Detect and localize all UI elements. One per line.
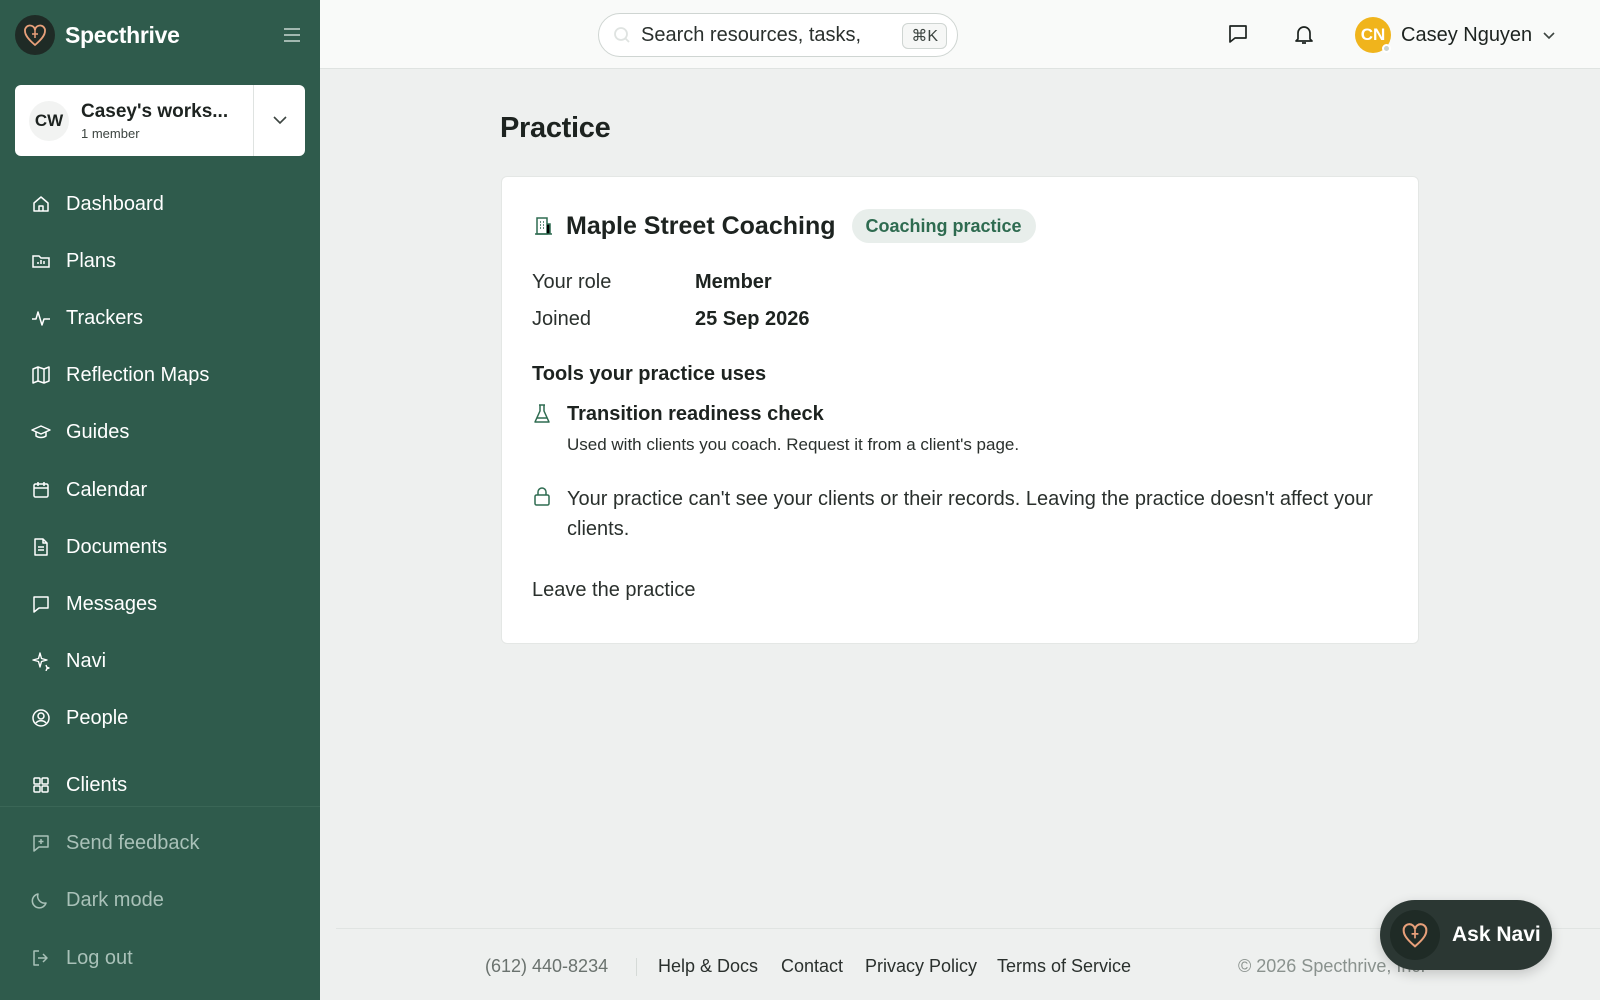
sparkle-icon [31, 651, 51, 671]
sidebar-item-label: Dark mode [66, 888, 164, 911]
message-icon [31, 594, 51, 614]
menu-toggle-button[interactable] [279, 22, 305, 48]
sidebar-item-clients[interactable]: Clients [0, 761, 320, 809]
footer-link-contact[interactable]: Contact [781, 956, 843, 977]
activity-icon [31, 308, 51, 328]
sidebar-divider [0, 806, 320, 807]
user-name: Casey Nguyen [1401, 23, 1533, 46]
sidebar-item-label: Clients [66, 773, 128, 796]
search-shortcut: ⌘K [902, 23, 947, 49]
sidebar-item-calendar[interactable]: Calendar [0, 466, 320, 514]
practice-header: Maple Street Coaching Coaching practice [532, 209, 1036, 243]
sidebar-item-dark-mode[interactable]: Dark mode [0, 876, 320, 924]
joined-value: 25 Sep 2026 [695, 308, 810, 330]
sidebar-item-label: People [66, 706, 129, 729]
leave-practice-button[interactable]: Leave the practice [532, 579, 695, 602]
user-avatar: CN [1355, 17, 1391, 53]
sidebar-item-label: Reflection Maps [66, 363, 210, 386]
page-title: Practice [500, 112, 611, 144]
message-icon [1229, 25, 1247, 43]
sidebar: Specthrive CW Casey's works... 1 member … [0, 0, 320, 1000]
brand-logo-icon[interactable] [15, 15, 55, 55]
user-circle-icon [31, 708, 51, 728]
role-value: Member [695, 271, 772, 293]
workspace-switcher[interactable]: CW Casey's works... 1 member [15, 85, 305, 156]
topbar: ⌘K CN Casey Nguyen [320, 0, 1600, 69]
tool-name: Transition readiness check [567, 403, 824, 425]
sidebar-item-plans[interactable]: Plans [0, 237, 320, 285]
tool-description: Used with clients you coach. Request it … [567, 435, 1020, 454]
footer-link-privacy-policy[interactable]: Privacy Policy [865, 956, 977, 977]
tools-heading: Tools your practice uses [532, 363, 767, 385]
sidebar-item-label: Dashboard [66, 192, 164, 215]
sidebar-item-label: Log out [66, 946, 133, 969]
navi-logo-icon [1390, 910, 1440, 960]
sidebar-item-label: Send feedback [66, 831, 200, 854]
workspace-name: Casey's works... [81, 100, 229, 122]
grid-icon [31, 775, 51, 795]
search-icon [614, 27, 630, 43]
privacy-note: Your practice can't see your clients or … [567, 488, 1373, 540]
moon-icon [31, 890, 51, 910]
sidebar-item-people[interactable]: People [0, 694, 320, 742]
home-icon [31, 194, 51, 214]
sidebar-item-dashboard[interactable]: Dashboard [0, 180, 320, 228]
feedback-icon [31, 833, 51, 853]
status-dot [1382, 44, 1391, 53]
sidebar-item-send-feedback[interactable]: Send feedback [0, 819, 320, 867]
document-icon [31, 537, 51, 557]
hamburger-icon [284, 28, 300, 42]
messages-button[interactable] [1224, 20, 1252, 48]
user-menu[interactable]: CN Casey Nguyen [1355, 16, 1556, 54]
sidebar-item-trackers[interactable]: Trackers [0, 294, 320, 342]
sidebar-item-label: Trackers [66, 306, 144, 329]
footer-separator [636, 958, 637, 976]
workspace-members: 1 member [81, 125, 140, 141]
logout-icon [31, 948, 51, 968]
notifications-button[interactable] [1290, 20, 1318, 48]
sidebar-item-guides[interactable]: Guides [0, 408, 320, 456]
workspace-chevron-button[interactable] [253, 85, 305, 156]
search-box[interactable]: ⌘K [598, 13, 958, 57]
sidebar-item-label: Guides [66, 420, 130, 443]
sidebar-item-label: Navi [66, 649, 107, 672]
bell-icon [1295, 26, 1313, 44]
practice-name: Maple Street Coaching [566, 211, 836, 240]
sidebar-item-log-out[interactable]: Log out [0, 934, 320, 982]
sidebar-item-reflection-maps[interactable]: Reflection Maps [0, 351, 320, 399]
building-icon [535, 217, 552, 235]
sidebar-item-label: Documents [66, 535, 168, 558]
practice-type-badge: Coaching practice [851, 209, 1036, 243]
sidebar-item-label: Plans [66, 249, 117, 272]
folder-chart-icon [31, 251, 51, 271]
ask-navi-button[interactable]: Ask Navi [1380, 900, 1552, 970]
practice-card: Maple Street Coaching Coaching practice … [501, 176, 1419, 644]
graduation-cap-icon [31, 422, 51, 442]
map-icon [31, 365, 51, 385]
sidebar-item-navi[interactable]: Navi [0, 637, 320, 685]
sidebar-item-label: Messages [66, 592, 158, 615]
sidebar-item-messages[interactable]: Messages [0, 580, 320, 628]
joined-label: Joined [532, 308, 591, 330]
role-label: Your role [532, 271, 612, 293]
sidebar-item-label: Calendar [66, 478, 148, 501]
sidebar-item-documents[interactable]: Documents [0, 523, 320, 571]
user-initials: CN [1360, 25, 1386, 44]
ask-navi-label: Ask Navi [1452, 923, 1541, 946]
lock-icon [534, 487, 550, 506]
footer-link-help-docs[interactable]: Help & Docs [658, 956, 758, 977]
chevron-down-icon [1543, 32, 1555, 40]
calendar-icon [31, 480, 51, 500]
footer-phone: (612) 440-8234 [485, 956, 609, 976]
flask-icon [534, 404, 550, 423]
footer-link-terms[interactable]: Terms of Service [997, 956, 1131, 977]
brand: Specthrive [15, 15, 305, 55]
chevron-down-icon [272, 116, 287, 125]
brand-name: Specthrive [65, 21, 180, 48]
workspace-avatar: CW [29, 100, 69, 141]
search-input[interactable] [641, 23, 891, 47]
